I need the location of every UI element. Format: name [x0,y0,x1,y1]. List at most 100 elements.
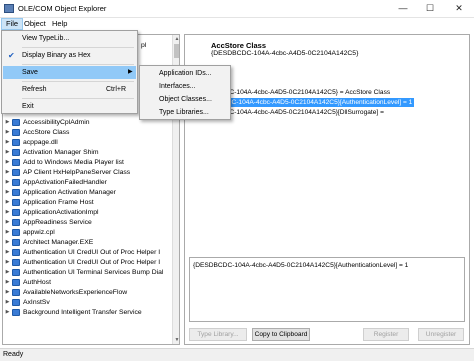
menu-help[interactable]: Help [48,18,71,30]
class-icon [12,188,20,196]
expand-icon[interactable]: ▶ [3,309,12,315]
menu-bar: File Object Help [0,18,474,30]
expand-icon[interactable]: ▶ [3,219,12,225]
menu-item-type-libraries[interactable]: Type Libraries... [141,106,229,119]
scroll-up-arrow-icon[interactable]: ▲ [173,35,179,43]
tree-item[interactable]: ▶ Add to Windows Media Player list [3,157,124,167]
tree-item[interactable]: ▶ appwiz.cpl [3,227,55,237]
tree-item[interactable]: ▶ AxInstSv [3,297,50,307]
class-icon [12,268,20,276]
class-icon [12,308,20,316]
class-icon [12,208,20,216]
class-icon [12,168,20,176]
copy-to-clipboard-button[interactable]: Copy to Clipboard [252,328,310,341]
submenu-arrow-icon: ▶ [128,69,133,75]
tree-item[interactable]: ▶ AP Client HxHelpPaneServer Class [3,167,130,177]
menu-item-exit[interactable]: Exit [3,100,136,113]
menu-separator [22,64,134,65]
menu-item-refresh[interactable]: Refresh Ctrl+R [3,83,136,96]
tree-item[interactable]: ▶ AppReadiness Service [3,217,92,227]
window-title: OLE/COM Object Explorer [18,4,107,13]
class-icon [12,128,20,136]
menu-item-object-classes[interactable]: Object Classes... [141,93,229,106]
class-icon [12,218,20,226]
registry-value-text: {DESDBCDC-104A-4cbc-A4D5-0C2104A142C5}[A… [193,262,409,269]
maximize-button[interactable]: ☐ [420,0,440,16]
class-guid: {DESDBCDC-104A-4cbc-A4D5-0C2104A142C5} [211,50,359,57]
tree-item[interactable]: ▶ Background Intelligent Transfer Service [3,307,142,317]
unregister-button[interactable]: Unregister [418,328,464,341]
expand-icon[interactable]: ▶ [3,289,12,295]
tree-item[interactable]: ▶ AccessibilityCplAdmin [3,117,89,127]
register-button[interactable]: Register [363,328,409,341]
class-icon [12,148,20,156]
class-icon [12,278,20,286]
status-bar: Ready [0,348,474,361]
type-library-button[interactable]: Type Library... [189,328,247,341]
expand-icon[interactable]: ▶ [3,179,12,185]
checkmark-icon: ✔ [8,51,15,60]
class-icon [12,298,20,306]
menu-item-view-typelib[interactable]: View TypeLib... [3,32,136,45]
expand-icon[interactable]: ▶ [3,169,12,175]
expand-icon[interactable]: ▶ [3,119,12,125]
menu-separator [22,81,134,82]
expand-icon[interactable]: ▶ [3,129,12,135]
status-text: Ready [3,351,24,358]
minimize-button[interactable]: — [393,0,413,16]
class-icon [12,258,20,266]
expand-icon[interactable]: ▶ [3,259,12,265]
menu-separator [22,47,134,48]
registry-value-box[interactable]: {DESDBCDC-104A-4cbc-A4D5-0C2104A142C5}[A… [189,257,465,322]
expand-icon[interactable]: ▶ [3,229,12,235]
tree-item[interactable]: ▶ Authentication UI CredUI Out of Proc He… [3,257,160,267]
class-icon [12,198,20,206]
tree-item[interactable]: ▶ Architect Manager.EXE [3,237,93,247]
class-icon [12,288,20,296]
expand-icon[interactable]: ▶ [3,249,12,255]
menu-item-display-binary-hex[interactable]: ✔ Display Binary as Hex [3,49,136,62]
expand-icon[interactable]: ▶ [3,139,12,145]
expand-icon[interactable]: ▶ [3,299,12,305]
expand-icon[interactable]: ▶ [3,239,12,245]
file-menu-popup: View TypeLib... ✔ Display Binary as Hex S… [1,30,138,114]
tree-item[interactable]: ▶ Application Activation Manager [3,187,116,197]
expand-icon[interactable]: ▶ [3,189,12,195]
class-icon [12,138,20,146]
expand-icon[interactable]: ▶ [3,279,12,285]
expand-icon[interactable]: ▶ [3,269,12,275]
tree-item[interactable]: ▶ Authentication UI CredUI Out of Proc He… [3,247,160,257]
tree-item[interactable]: ▶ AppActivationFailedHandler [3,177,107,187]
scroll-thumb[interactable] [174,44,179,58]
menu-item-application-ids[interactable]: Application IDs... [141,67,229,80]
tree-item[interactable]: ▶ Authentication UI Terminal Services Bum… [3,267,163,277]
class-icon [12,228,20,236]
title-bar: OLE/COM Object Explorer — ☐ ✕ [0,0,474,18]
expand-icon[interactable]: ▶ [3,149,12,155]
class-name: AccStore Class [211,41,267,50]
tree-item[interactable]: ▶ acppage.dll [3,137,58,147]
tree-item[interactable]: ▶ ApplicationActivationImpl [3,207,99,217]
expand-icon[interactable]: ▶ [3,209,12,215]
expand-icon[interactable]: ▶ [3,199,12,205]
menu-item-save[interactable]: Save ▶ [3,66,136,79]
close-button[interactable]: ✕ [449,0,469,16]
tree-item[interactable]: ▶ Activation Manager Shim [3,147,99,157]
tree-item[interactable]: ▶ AccStore Class [3,127,69,137]
class-icon [12,158,20,166]
save-submenu-popup: Application IDs... Interfaces... Object … [139,65,231,120]
tree-item[interactable]: ▶ AuthHost [3,277,51,287]
class-icon [12,178,20,186]
menu-separator [22,98,134,99]
tree-item[interactable]: ▶ AvailableNetworksExperienceFlow [3,287,127,297]
app-icon [4,4,14,13]
menu-object[interactable]: Object [20,18,50,30]
class-icon [12,118,20,126]
menu-item-interfaces[interactable]: Interfaces... [141,80,229,93]
class-icon [12,238,20,246]
tree-item[interactable]: ▶ Application Frame Host [3,197,94,207]
expand-icon[interactable]: ▶ [3,159,12,165]
refresh-shortcut: Ctrl+R [106,86,127,93]
scroll-down-arrow-icon[interactable]: ▼ [173,336,179,344]
class-icon [12,248,20,256]
